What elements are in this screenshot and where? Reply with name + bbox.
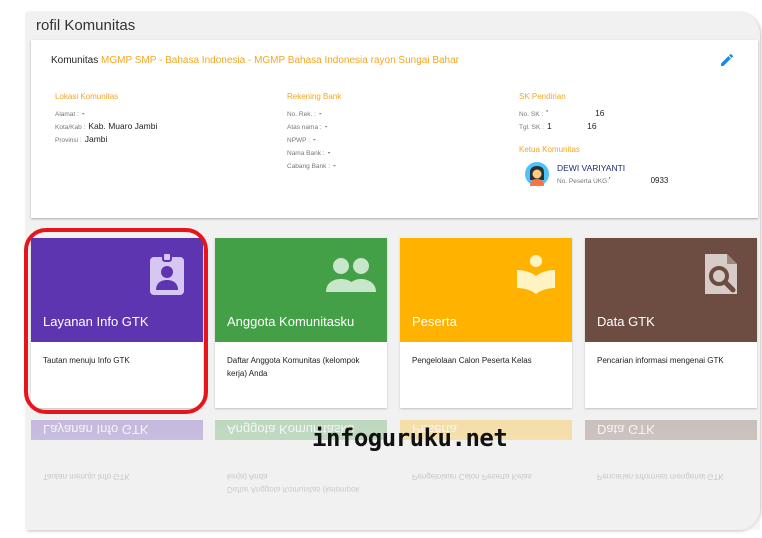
page-title: rofil Komunitas	[36, 17, 136, 34]
row-value: -	[327, 147, 331, 157]
lokasi-row: Alamat :-	[55, 107, 157, 120]
rekening-title: Rekening Bank	[287, 92, 342, 101]
lokasi-row: Provinsi : Jambi	[55, 133, 157, 146]
sk-row: Tgl. SK :1 16	[519, 120, 739, 133]
file-search-icon	[705, 254, 737, 294]
tile-title: Data GTK	[597, 314, 655, 329]
tile-description: Pencarian informasi mengenai GTK	[597, 356, 724, 365]
rekening-row: Cabang Bank :-	[287, 159, 341, 172]
tile-data-gtk[interactable]: Data GTK Pencarian informasi mengenai GT…	[585, 238, 757, 408]
row-value: Kab. Muaro Jambi	[88, 121, 158, 131]
tile-anggota-komunitasku[interactable]: Anggota Komunitasku Daftar Anggota Komun…	[215, 238, 387, 408]
community-label: Komunitas	[51, 55, 99, 66]
sk-section: SK Pendirian No. SK : ' 16 Tgl. SK :1 16 …	[519, 92, 739, 192]
tile-header: Data GTK	[585, 238, 757, 342]
row-label: Provinsi :	[55, 137, 82, 144]
ketua-title: Ketua Komunitas	[519, 145, 580, 154]
tile-description: Pengelolaan Calon Peserta Kelas	[412, 356, 532, 365]
lokasi-section: Lokasi Komunitas Alamat :- Kota/Kab : Kab…	[55, 92, 157, 146]
ketua-name: DEWI VARIYANTI	[557, 163, 626, 173]
book-reader-icon	[517, 255, 555, 294]
watermark: infoguruku.net	[312, 424, 508, 452]
row-value: ' 16	[546, 108, 605, 118]
rekening-row: Atas nama :-	[287, 120, 341, 133]
people-icon	[326, 258, 376, 292]
row-value: -	[313, 134, 316, 144]
tile-title: Anggota Komunitasku	[227, 314, 355, 329]
tile-header: Anggota Komunitasku	[215, 238, 387, 342]
row-value: -	[333, 160, 336, 170]
pencil-icon[interactable]	[719, 52, 735, 68]
peserta-value: ' 0933	[609, 176, 669, 185]
row-value: Jambi	[84, 134, 108, 144]
avatar	[525, 162, 549, 186]
sk-row: No. SK : ' 16	[519, 107, 739, 120]
tile-reflection: Tautan menuju Info GTK Layanan Info GTK	[31, 420, 203, 520]
row-label: Nama Bank :	[287, 150, 325, 157]
row-value: -	[81, 108, 85, 118]
row-label: Tgl. SK :	[519, 124, 544, 131]
highlight-outline	[24, 228, 208, 414]
lokasi-title: Lokasi Komunitas	[55, 92, 119, 101]
rekening-section: Rekening Bank No. Rek. :- Atas nama :- N…	[287, 92, 341, 172]
reflection-text: Daftar Anggota Komunitas (kelompok kerja…	[227, 472, 360, 494]
row-label: Alamat :	[55, 111, 79, 118]
peserta-label: No. Peserta UKG:	[557, 178, 610, 185]
row-value: -	[324, 121, 328, 131]
reflection-title: Data GTK	[597, 422, 655, 437]
lokasi-row: Kota/Kab : Kab. Muaro Jambi	[55, 120, 157, 133]
reflection-text: Pencarian informasi mengenai GTK	[597, 472, 724, 481]
community-profile-card: Komunitas MGMP SMP - Bahasa Indonesia - …	[31, 40, 758, 218]
reflection-header: Layanan Info GTK	[31, 420, 203, 440]
reflection-header: Data GTK	[585, 420, 757, 440]
row-label: Cabang Bank :	[287, 163, 331, 170]
reflection-title: Layanan Info GTK	[43, 422, 149, 437]
row-value: 1 16	[546, 121, 597, 131]
row-label: No. SK :	[519, 111, 544, 118]
rekening-row: No. Rek. :-	[287, 107, 341, 120]
ketua-peserta: No. Peserta UKG:' 0933	[557, 176, 668, 185]
sk-title: SK Pendirian	[519, 92, 566, 101]
tile-header: Peserta	[400, 238, 572, 342]
row-value: -	[318, 108, 322, 118]
tile-description: Daftar Anggota Komunitas (kelompok kerja…	[227, 356, 360, 378]
rekening-row: NPWP :-	[287, 133, 341, 146]
row-label: No. Rek. :	[287, 111, 316, 118]
tile-peserta[interactable]: Peserta Pengelolaan Calon Peserta Kelas	[400, 238, 572, 408]
tile-title: Peserta	[412, 314, 457, 329]
ketua-info: DEWI VARIYANTI No. Peserta UKG:' 0933	[519, 162, 739, 192]
row-label: Atas nama :	[287, 124, 322, 131]
row-label: NPWP :	[287, 137, 310, 144]
tile-reflection: Pencarian informasi mengenai GTK Data GT…	[585, 420, 757, 520]
rekening-row: Nama Bank :-	[287, 146, 341, 159]
community-name: MGMP SMP - Bahasa Indonesia - MGMP Bahas…	[101, 55, 460, 66]
row-label: Kota/Kab :	[55, 124, 86, 131]
community-header: Komunitas MGMP SMP - Bahasa Indonesia - …	[51, 55, 459, 66]
reflection-text: Tautan menuju Info GTK	[43, 472, 130, 481]
reflection-text: Pengelolaan Calon Peserta Kelas	[412, 472, 532, 481]
